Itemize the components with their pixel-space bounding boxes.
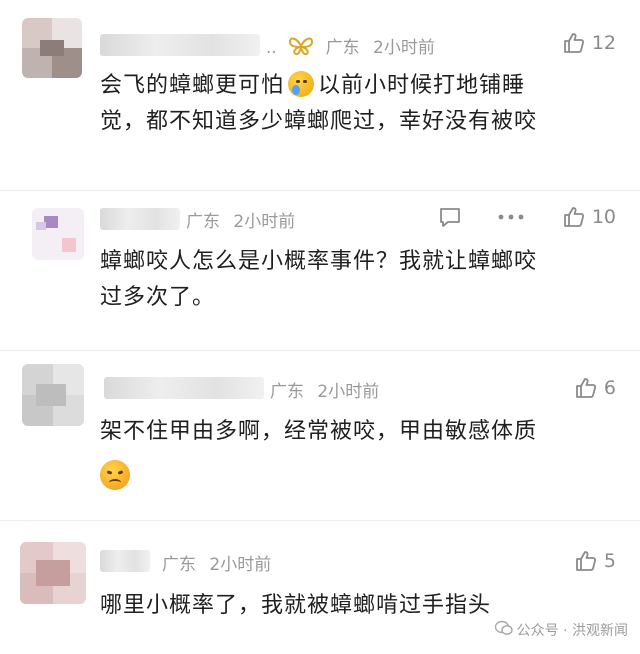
thumbs-up-icon[interactable] [574,376,598,400]
like-button[interactable]: 5 [574,549,616,573]
comment-actions: 12 [562,31,616,55]
comment-meta: .. 广东 2小时前 [266,33,435,61]
like-count: 5 [603,550,616,572]
comment-text: 会飞的蟑螂更可怕 以前小时候打地铺睡 觉，都不知道多少蟑螂爬过，幸好没有被咬 [100,71,538,134]
username-blurred[interactable] [100,550,150,572]
comment-time: 2小时前 [373,38,435,58]
comment-time: 2小时前 [209,555,272,575]
comment-meta: 广东 2小时前 [270,377,379,402]
reply-icon[interactable] [438,206,462,228]
comment-actions: 10 [438,205,616,229]
comment-time: 2小时前 [317,382,380,402]
butterfly-icon [288,36,314,61]
like-count: 12 [591,32,616,54]
username-blurred[interactable] [104,377,264,399]
comment-item: 广东 2小时前 10 蟑螂咬人怎么是小概率事件？我就让蟑螂咬 过多次了。 [0,190,640,351]
avatar[interactable] [22,364,84,426]
ellipsis: .. [266,38,277,58]
comment-actions: 6 [574,376,616,400]
comment-text: 哪里小概率了，我就被蟑螂啃过手指头 [100,593,492,618]
comment-meta: 广东 2小时前 [162,550,271,575]
like-count: 10 [591,206,616,228]
comment-text: 蟑螂咬人怎么是小概率事件？我就让蟑螂咬 过多次了。 [100,249,538,310]
like-button[interactable]: 10 [562,205,616,229]
comment-actions: 5 [574,549,616,573]
more-options-icon[interactable] [498,214,524,220]
thumbs-up-icon[interactable] [562,205,586,229]
comment-location: 广东 [186,212,220,232]
thumbs-up-icon[interactable] [562,31,586,55]
username-blurred[interactable] [100,208,180,230]
wechat-icon [494,620,513,640]
comment-location: 广东 [162,555,196,575]
comment-item: .. 广东 2小时前 12 会飞的蟑螂更可怕 以前小时候打地铺睡 觉，都不知道多… [0,0,640,191]
like-button[interactable]: 6 [574,376,616,400]
sad-face-icon [100,460,130,490]
like-button[interactable]: 12 [562,31,616,55]
watermark: 公众号 · 洪观新闻 [494,620,628,640]
thumbs-up-icon[interactable] [574,549,598,573]
comment-time: 2小时前 [233,212,296,232]
comment-meta: 广东 2小时前 [186,207,295,232]
avatar[interactable] [20,542,86,604]
comments-page: .. 广东 2小时前 12 会飞的蟑螂更可怕 以前小时候打地铺睡 觉，都不知道多… [0,0,640,654]
comment-item: 广东 2小时前 6 架不住甲由多啊，经常被咬，甲由敏感体质 [0,350,640,521]
avatar[interactable] [22,18,82,78]
avatar[interactable] [32,208,84,260]
watermark-text: 公众号 · 洪观新闻 [516,623,628,639]
crying-face-icon [288,71,315,97]
like-count: 6 [603,377,616,399]
comment-location: 广东 [325,38,360,58]
username-blurred[interactable] [100,34,260,56]
comment-location: 广东 [270,382,304,402]
comment-text: 架不住甲由多啊，经常被咬，甲由敏感体质 [100,414,612,497]
